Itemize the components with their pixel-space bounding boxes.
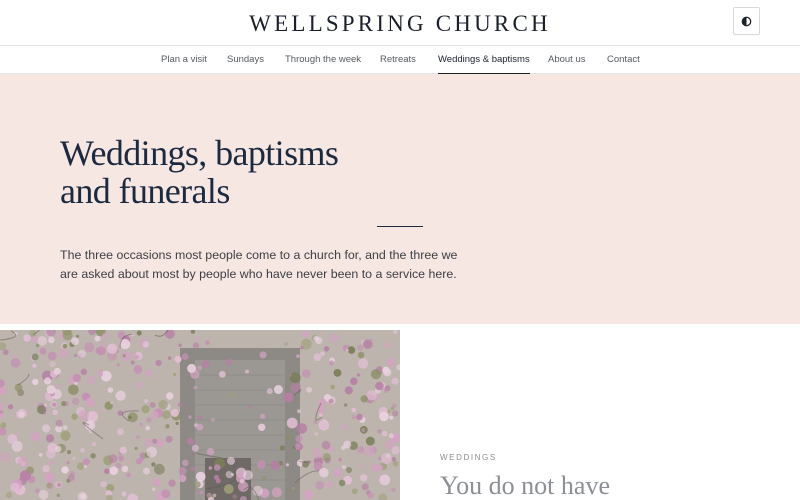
nav-item-weddings-baptisms[interactable]: Weddings & baptisms [438, 46, 530, 74]
main-nav: Plan a visit Sundays Through the week Re… [0, 45, 800, 74]
nav-item-retreats[interactable]: Retreats [380, 46, 416, 74]
page-title: Weddings, baptisms and funerals [60, 134, 390, 210]
nav-item-sundays[interactable]: Sundays [227, 46, 264, 74]
hero-section: Weddings, baptisms and funerals The thre… [0, 74, 800, 324]
theme-toggle-button[interactable] [733, 7, 760, 35]
hero-divider [377, 226, 423, 227]
nav-item-contact[interactable]: Contact [607, 46, 640, 74]
section-heading: You do not have [440, 471, 610, 500]
page-title-line-1: Weddings, baptisms [60, 133, 339, 173]
contrast-icon [741, 16, 752, 26]
hero-intro: The three occasions most people come to … [60, 248, 458, 281]
section-eyebrow: WEDDINGS [440, 453, 497, 462]
weddings-section: WEDDINGS You do not have [400, 324, 800, 500]
site-logo[interactable]: WELLSPRING CHURCH [0, 11, 800, 37]
site-header: WELLSPRING CHURCH [0, 0, 800, 46]
nav-item-plan-a-visit[interactable]: Plan a visit [161, 46, 207, 74]
church-blossom-photo [0, 330, 400, 500]
page-title-line-2: and funerals [60, 171, 230, 211]
nav-item-about-us[interactable]: About us [548, 46, 586, 74]
nav-item-through-the-week[interactable]: Through the week [285, 46, 361, 74]
